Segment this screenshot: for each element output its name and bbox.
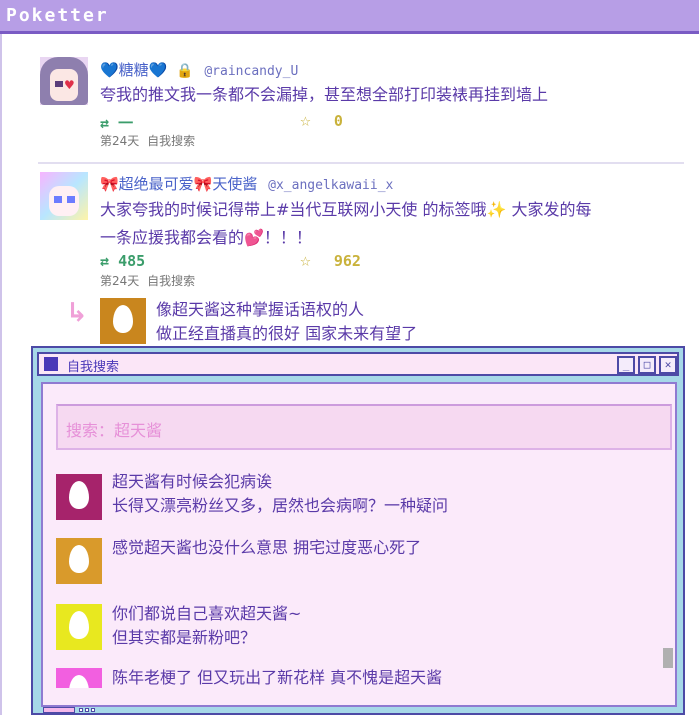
reply-arrow-icon: ↳ bbox=[66, 298, 88, 328]
minimize-button[interactable]: _ bbox=[617, 356, 635, 374]
egg-icon bbox=[69, 675, 89, 688]
search-query: 搜索：超天酱 bbox=[66, 421, 163, 440]
avatar[interactable] bbox=[56, 538, 102, 584]
tweet-source: 自我搜索 bbox=[147, 134, 196, 148]
divider bbox=[38, 162, 684, 164]
search-result[interactable]: 感觉超天酱也没什么意思 拥宅过度恶心死了 bbox=[112, 536, 421, 560]
egg-icon bbox=[69, 611, 89, 639]
avatar[interactable] bbox=[56, 474, 102, 520]
like-button[interactable]: ☆ 962 bbox=[300, 250, 361, 271]
app-titlebar: Poketter bbox=[0, 0, 699, 34]
star-icon: ☆ bbox=[300, 110, 311, 131]
display-name: 💙糖糖💙 bbox=[100, 61, 168, 79]
retweet-count: 一 bbox=[118, 114, 134, 132]
avatar[interactable]: ♥ bbox=[40, 57, 88, 105]
lock-icon: 🔒 bbox=[176, 63, 194, 79]
status-dot bbox=[79, 708, 83, 712]
like-button[interactable]: ☆ 0 bbox=[300, 110, 343, 131]
tweet-author[interactable]: 💙糖糖💙 🔒 @raincandy_U bbox=[100, 59, 298, 80]
tweet-meta: 第24天 自我搜索 bbox=[100, 272, 195, 289]
tweet-author[interactable]: 🎀超绝最可爱🎀天使酱 @x_angelkawaii_x bbox=[100, 173, 393, 194]
tweet-time: 第24天 bbox=[100, 134, 140, 148]
tweet-time: 第24天 bbox=[100, 274, 140, 288]
tweet-text: 大家夸我的时候记得带上#当代互联网小天使 的标签哦✨ 大家发的每 一条应援我都会… bbox=[100, 200, 592, 247]
search-input[interactable]: 搜索：超天酱 bbox=[56, 404, 672, 450]
avatar[interactable] bbox=[56, 668, 102, 688]
like-count: 962 bbox=[333, 252, 361, 270]
tweet-meta: 第24天 自我搜索 bbox=[100, 132, 195, 149]
scrollbar-thumb[interactable] bbox=[663, 648, 673, 668]
close-button[interactable]: ✕ bbox=[659, 356, 677, 374]
search-window: 自我搜索 _ □ ✕ 搜索：超天酱 超天酱有时候会犯病诶 长得又漂亮粉丝又多，居… bbox=[31, 346, 685, 715]
window-icon bbox=[44, 357, 58, 371]
avatar[interactable] bbox=[40, 172, 88, 220]
window-statusbar bbox=[37, 707, 677, 713]
user-handle: @raincandy_U bbox=[204, 64, 299, 79]
retweet-count: 485 bbox=[118, 252, 146, 270]
search-result[interactable]: 超天酱有时候会犯病诶 长得又漂亮粉丝又多，居然也会病啊？一种疑问 bbox=[112, 470, 448, 518]
avatar[interactable] bbox=[100, 298, 146, 344]
status-dot bbox=[85, 708, 89, 712]
avatar[interactable] bbox=[56, 604, 102, 650]
heart-icon: ♥ bbox=[64, 78, 75, 92]
reply-text: 像超天酱这种掌握话语权的人 做正经直播真的很好 国家未来有望了 bbox=[156, 300, 418, 343]
egg-icon bbox=[69, 545, 89, 573]
search-result[interactable]: 你们都说自己喜欢超天酱~ 但其实都是新粉吧？ bbox=[112, 602, 301, 650]
star-icon: ☆ bbox=[300, 250, 311, 271]
window-tab[interactable] bbox=[43, 707, 75, 713]
user-handle: @x_angelkawaii_x bbox=[268, 178, 394, 193]
retweet-icon: ⇄ bbox=[100, 114, 110, 132]
search-result[interactable]: 陈年老梗了 但又玩出了新花样 真不愧是超天酱 bbox=[112, 666, 442, 690]
retweet-button[interactable]: ⇄ 一 bbox=[100, 112, 133, 133]
retweet-icon: ⇄ bbox=[100, 252, 110, 270]
egg-icon bbox=[113, 305, 133, 333]
search-results-panel: 搜索：超天酱 超天酱有时候会犯病诶 长得又漂亮粉丝又多，居然也会病啊？一种疑问 … bbox=[41, 382, 677, 707]
tweet-text: 夸我的推文我一条都不会漏掉，甚至想全部打印装裱再挂到墙上 bbox=[100, 85, 549, 104]
tweet-source: 自我搜索 bbox=[147, 274, 196, 288]
like-count: 0 bbox=[333, 112, 343, 130]
retweet-button[interactable]: ⇄ 485 bbox=[100, 252, 145, 270]
egg-icon bbox=[69, 481, 89, 509]
display-name: 🎀超绝最可爱🎀天使酱 bbox=[100, 175, 258, 193]
status-dot bbox=[91, 708, 95, 712]
app-title: Poketter bbox=[6, 5, 109, 26]
window-titlebar[interactable]: 自我搜索 _ □ ✕ bbox=[37, 352, 679, 376]
maximize-button[interactable]: □ bbox=[638, 356, 656, 374]
window-title: 自我搜索 bbox=[67, 360, 120, 375]
